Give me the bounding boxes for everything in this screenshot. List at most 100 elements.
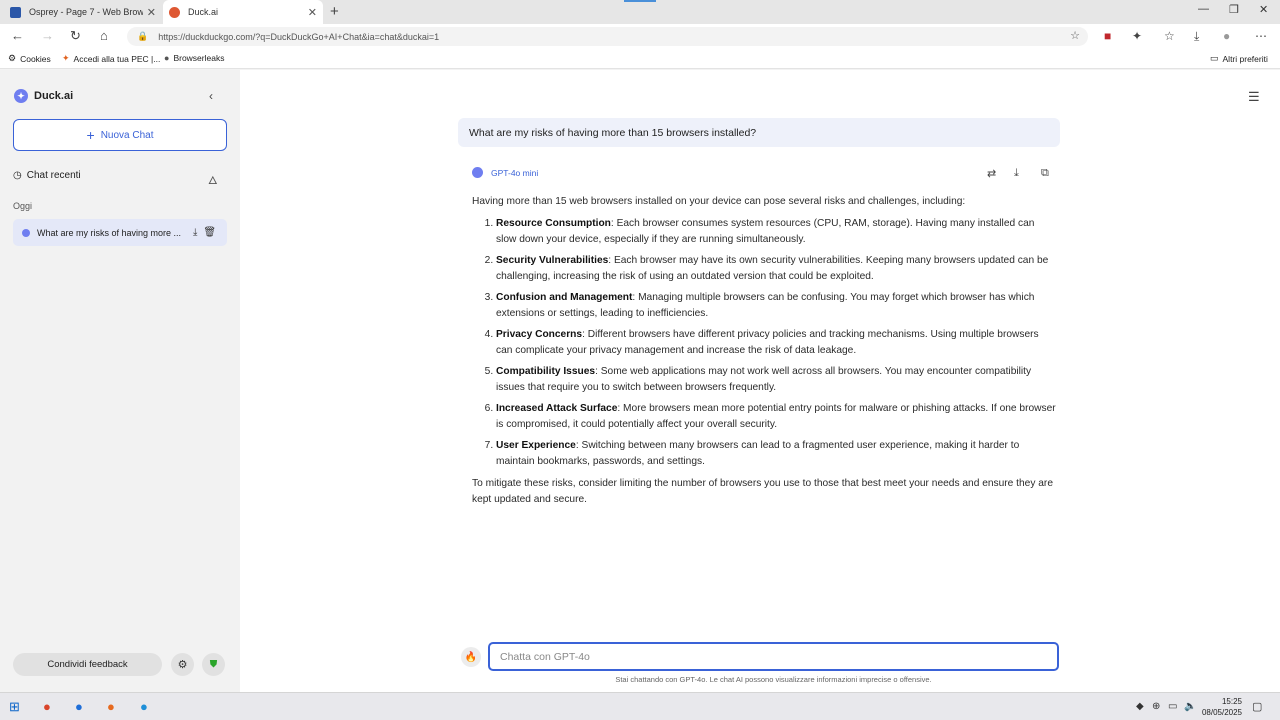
duckduckgo-favicon-icon bbox=[169, 6, 180, 18]
tab-osprey[interactable]: Osprey - Page 7 - Web Browsing/ ✕ bbox=[4, 0, 162, 24]
edge-icon[interactable]: ● bbox=[140, 699, 148, 714]
list-item: User Experience: Switching between many … bbox=[496, 438, 1057, 470]
download-icon[interactable]: ⤓ bbox=[193, 227, 197, 238]
firefox-icon[interactable]: ● bbox=[107, 699, 115, 714]
clock-date: 08/05/2025 bbox=[1201, 708, 1242, 717]
downloads-icon[interactable]: ⤓ bbox=[1194, 29, 1199, 44]
extension-icon[interactable]: ■ bbox=[1104, 29, 1111, 43]
tray-security-icon[interactable]: ⊕ bbox=[1152, 701, 1160, 712]
chat-input[interactable] bbox=[488, 642, 1059, 671]
answer-list: Resource Consumption: Each browser consu… bbox=[472, 216, 1057, 470]
disclaimer-text: Stai chattando con GPT-4o. Le chat AI po… bbox=[615, 675, 932, 684]
close-tab-icon[interactable]: ✕ bbox=[308, 6, 317, 19]
minimize-icon[interactable]: — bbox=[1198, 3, 1209, 15]
fire-icon[interactable]: 🜂 bbox=[208, 169, 218, 191]
lock-icon: 🔒 bbox=[137, 31, 149, 41]
tab-duckai[interactable]: Duck.ai ✕ bbox=[163, 0, 323, 24]
extensions-puzzle-icon[interactable]: ✦ bbox=[1132, 29, 1142, 43]
item-title: Confusion and Management bbox=[496, 292, 633, 303]
fire-burn-icon[interactable]: 🔥 bbox=[461, 647, 481, 667]
volume-icon[interactable]: 🔈 bbox=[1184, 701, 1196, 712]
bookmark-label: Accedi alla tua PEC |... bbox=[73, 53, 161, 64]
restore-icon[interactable]: ❐ bbox=[1229, 3, 1239, 16]
feedback-button[interactable]: Condividi feedback bbox=[13, 653, 162, 676]
plus-icon: + bbox=[86, 127, 95, 143]
bookmark-cookies[interactable]: ⚙ Cookies bbox=[8, 53, 51, 64]
item-title: Increased Attack Surface bbox=[496, 403, 618, 414]
model-label: GPT-4o mini bbox=[472, 167, 538, 178]
url-text: https://duckduckgo.com/?q=DuckDuckGo+AI+… bbox=[158, 31, 440, 42]
regenerate-icon[interactable]: ⇄ bbox=[987, 167, 996, 180]
profile-avatar-icon[interactable]: ● bbox=[1223, 29, 1230, 43]
new-chat-label: Nuova Chat bbox=[100, 129, 154, 141]
tab-strip: Osprey - Page 7 - Web Browsing/ ✕ Duck.a… bbox=[0, 0, 1280, 24]
collapse-sidebar-icon[interactable]: ‹ bbox=[209, 89, 213, 103]
model-name: GPT-4o mini bbox=[491, 167, 539, 178]
recent-chats-label: Chat recenti bbox=[26, 170, 81, 181]
windows-taskbar: ⊞ ● ● ● ● ◆ ⊕ ▭ 🔈 15:25 08/05/2025 ▢ bbox=[0, 692, 1280, 720]
new-chat-button[interactable]: + Nuova Chat bbox=[13, 119, 227, 151]
today-label: Oggi bbox=[13, 201, 33, 211]
list-item: Privacy Concerns: Different browsers hav… bbox=[496, 327, 1057, 359]
assistant-message: Having more than 15 web browsers install… bbox=[472, 194, 1057, 514]
bookmark-pec[interactable]: ✦ Accedi alla tua PEC |... bbox=[62, 53, 160, 64]
refresh-icon[interactable]: ↻ bbox=[70, 28, 81, 44]
address-bar-row: ← → ↻ ⌂ 🔒 https://duckduckgo.com/?q=Duck… bbox=[0, 24, 1280, 48]
trash-icon[interactable]: 🗑 bbox=[203, 227, 216, 238]
model-dot-icon bbox=[22, 228, 30, 237]
copy-icon[interactable]: ⧉ bbox=[1041, 167, 1049, 180]
duckai-logo-icon: ✦ bbox=[14, 89, 28, 103]
close-window-icon[interactable]: ✕ bbox=[1259, 3, 1268, 16]
osprey-favicon-icon bbox=[10, 6, 21, 18]
other-favorites[interactable]: ▭ Altri preferiti bbox=[1210, 53, 1268, 64]
app-icon[interactable]: ● bbox=[75, 699, 83, 714]
list-item: Increased Attack Surface: More browsers … bbox=[496, 401, 1057, 433]
brand-name: Duck.ai bbox=[34, 90, 74, 102]
notification-icon[interactable]: ▢ bbox=[1252, 700, 1262, 713]
duckai-page: ✦ Duck.ai ‹ + Nuova Chat ◷ Chat recenti … bbox=[0, 70, 1280, 692]
hamburger-menu-icon[interactable]: ☰ bbox=[1248, 89, 1260, 105]
list-item: Resource Consumption: Each browser consu… bbox=[496, 216, 1057, 248]
sidebar: ✦ Duck.ai ‹ + Nuova Chat ◷ Chat recenti … bbox=[0, 70, 240, 692]
item-title: Security Vulnerabilities bbox=[496, 255, 609, 266]
brand[interactable]: ✦ Duck.ai bbox=[14, 89, 73, 103]
bookmarks-bar: ⚙ Cookies ✦ Accedi alla tua PEC |... ● B… bbox=[0, 48, 1280, 69]
bookmark-label: Browserleaks bbox=[173, 53, 225, 63]
item-title: Resource Consumption bbox=[496, 218, 611, 229]
model-avatar-icon bbox=[472, 167, 483, 178]
back-icon[interactable]: ← bbox=[11, 28, 24, 43]
chat-list-item[interactable]: What are my risks of having more ... ⤓ 🗑 bbox=[13, 219, 227, 246]
gear-icon: ⚙ bbox=[8, 53, 17, 63]
chat-title: What are my risks of having more ... bbox=[37, 227, 182, 238]
network-icon[interactable]: ▭ bbox=[1168, 701, 1177, 712]
list-item: Confusion and Management: Managing multi… bbox=[496, 290, 1057, 322]
clock[interactable]: 15:25 08/05/2025 bbox=[1200, 696, 1242, 718]
bookmark-browserleaks[interactable]: ● Browserleaks bbox=[164, 53, 224, 63]
settings-gear-icon[interactable]: ⚙ bbox=[171, 653, 194, 676]
list-item: Compatibility Issues: Some web applicati… bbox=[496, 364, 1057, 396]
url-field[interactable]: 🔒 https://duckduckgo.com/?q=DuckDuckGo+A… bbox=[127, 27, 1088, 46]
favorites-icon[interactable]: ☆ bbox=[1164, 29, 1175, 43]
list-item: Security Vulnerabilities: Each browser m… bbox=[496, 253, 1057, 285]
history-icon: ◷ bbox=[13, 170, 22, 181]
tab-title: Osprey - Page 7 - Web Browsing/ bbox=[29, 7, 143, 17]
close-tab-icon[interactable]: ✕ bbox=[147, 6, 156, 19]
tray-app-icon[interactable]: ◆ bbox=[1136, 701, 1144, 712]
browserleaks-icon: ● bbox=[164, 53, 170, 63]
answer-intro: Having more than 15 web browsers install… bbox=[472, 196, 966, 207]
folder-icon: ▭ bbox=[1210, 53, 1219, 63]
tab-title: Duck.ai bbox=[188, 7, 219, 17]
download-icon[interactable]: ⤓ bbox=[1014, 167, 1019, 180]
app-icon[interactable]: ● bbox=[43, 699, 51, 714]
more-menu-icon[interactable]: ⋯ bbox=[1255, 29, 1267, 43]
clock-time: 15:25 bbox=[1221, 697, 1242, 706]
shield-icon[interactable]: ⛊ bbox=[202, 653, 225, 676]
recent-chats-header: ◷ Chat recenti bbox=[13, 170, 81, 181]
windows-start-icon[interactable]: ⊞ bbox=[9, 699, 20, 715]
favorite-star-icon[interactable]: ☆ bbox=[1070, 29, 1080, 42]
new-tab-icon[interactable]: + bbox=[330, 3, 339, 20]
star-icon: ✦ bbox=[62, 53, 70, 63]
forward-icon[interactable]: → bbox=[41, 28, 54, 43]
home-icon[interactable]: ⌂ bbox=[100, 28, 108, 43]
item-title: Privacy Concerns bbox=[496, 329, 583, 340]
